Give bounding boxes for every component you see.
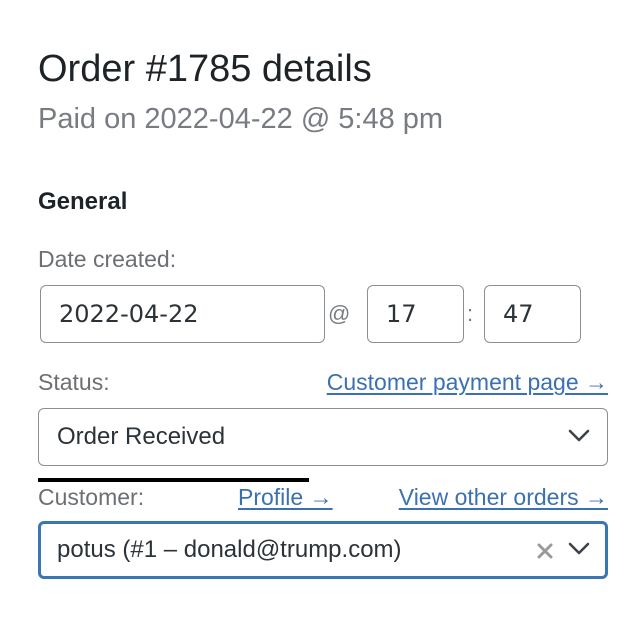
chevron-down-icon[interactable] — [567, 539, 591, 559]
time-separator: : — [467, 301, 474, 326]
customer-select[interactable]: potus (#1 – donald@trump.com) — [38, 521, 608, 579]
date-created-label: Date created: — [38, 246, 177, 272]
date-created-input[interactable] — [40, 285, 325, 343]
at-separator: @ — [328, 301, 351, 326]
hour-input[interactable] — [367, 285, 464, 343]
customer-label: Customer: — [38, 484, 145, 510]
status-select[interactable]: Order Received — [38, 408, 608, 466]
view-other-orders-link[interactable]: View other orders → — [399, 482, 608, 512]
chevron-down-icon[interactable] — [567, 426, 591, 446]
paid-date-subtitle: Paid on 2022-04-22 @ 5:48 pm — [38, 103, 444, 135]
status-selected-value: Order Received — [57, 423, 226, 450]
customer-payment-page-link[interactable]: Customer payment page → — [327, 367, 608, 397]
customer-selected-value: potus (#1 – donald@trump.com) — [57, 536, 402, 563]
close-icon[interactable] — [535, 539, 555, 561]
status-label: Status: — [38, 369, 110, 395]
section-heading-general: General — [38, 188, 128, 215]
profile-link[interactable]: Profile → — [238, 482, 333, 512]
page-title: Order #1785 details — [38, 48, 372, 90]
minute-input[interactable] — [484, 285, 581, 343]
